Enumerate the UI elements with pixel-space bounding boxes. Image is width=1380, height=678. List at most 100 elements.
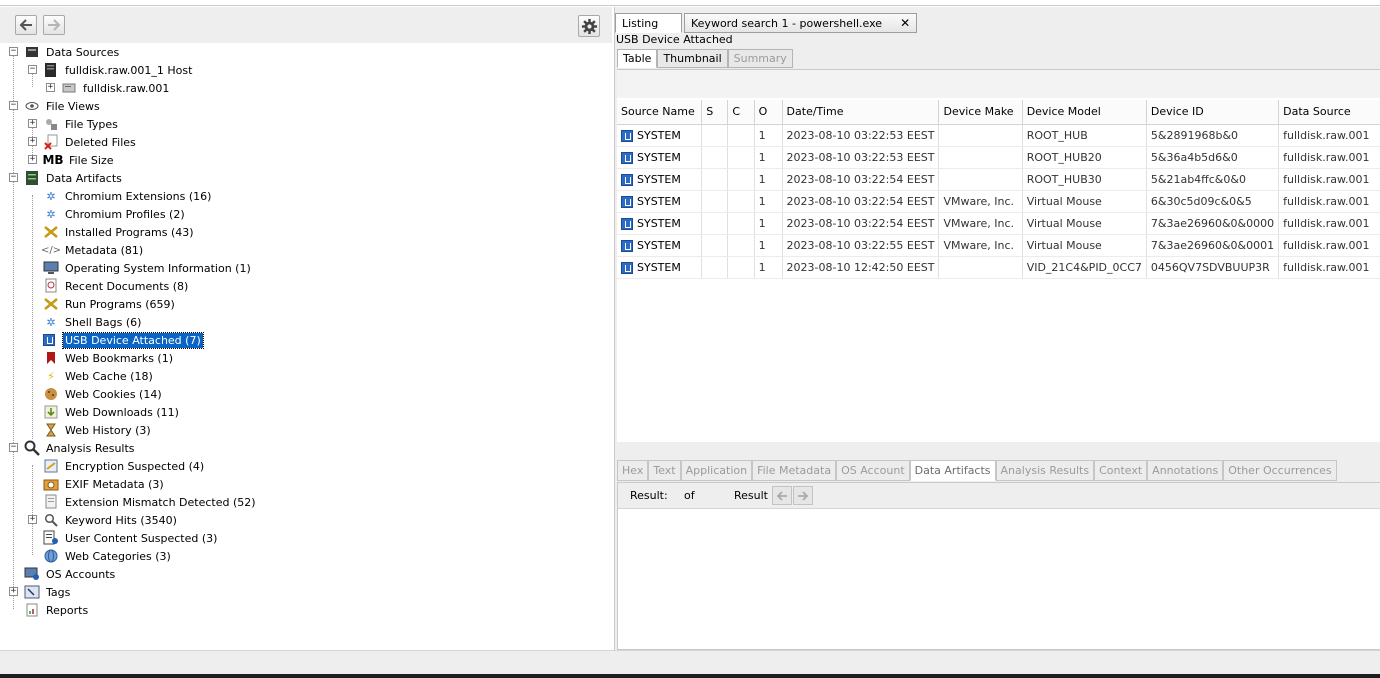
table-cell: 1 [754, 146, 783, 169]
back-button[interactable] [15, 15, 37, 35]
expand-toggle[interactable]: − [9, 101, 18, 110]
next-result-button[interactable] [793, 486, 813, 505]
expand-toggle[interactable]: + [9, 587, 18, 596]
expand-toggle[interactable]: + [28, 119, 37, 128]
tree-node-os-information[interactable]: Operating System Information (1) [43, 259, 253, 277]
tree-node-reports[interactable]: Reports [24, 601, 90, 619]
result-viewer-panel: Listing Keyword search 1 - powershell.ex… [614, 7, 1380, 650]
table-row[interactable]: SYSTEM 1 2023-08-10 03:22:53 EEST ROOT_HUB 5… [617, 124, 1380, 147]
table-cell: 1 [754, 234, 783, 257]
expand-toggle[interactable]: − [28, 65, 37, 74]
table-cell: 7&3ae26960&0&0000 [1146, 212, 1280, 235]
tree-node-shell-bags[interactable]: ✲ Shell Bags (6) [43, 313, 143, 331]
tree-node-web-categories[interactable]: Web Categories (3) [43, 547, 173, 565]
table-row[interactable]: SYSTEM 1 2023-08-10 12:42:50 EEST VID_21C4&… [617, 256, 1380, 279]
column-header[interactable]: Device Make [938, 100, 1023, 125]
column-header[interactable]: S [701, 100, 729, 125]
program-icon [43, 296, 59, 312]
puzzle-icon: ✲ [46, 189, 56, 203]
expand-toggle[interactable]: + [28, 137, 37, 146]
tab-data-artifacts[interactable]: Data Artifacts [909, 460, 996, 481]
expand-toggle[interactable]: − [9, 173, 18, 182]
tab-keyword-search[interactable]: Keyword search 1 - powershell.exe ✕ [684, 13, 918, 33]
usb-icon [43, 332, 59, 348]
tree-node-image[interactable]: fulldisk.raw.001 [61, 79, 171, 97]
tree-node-web-bookmarks[interactable]: Web Bookmarks (1) [43, 349, 175, 367]
settings-button[interactable] [578, 15, 600, 37]
tree-node-data-sources[interactable]: Data Sources [24, 43, 121, 61]
tab-analysis-results[interactable]: Analysis Results [995, 460, 1095, 481]
table-toolstrip [617, 70, 1380, 98]
tree-node-file-size[interactable]: MB File Size [42, 151, 115, 169]
tree-node-installed-programs[interactable]: Installed Programs (43) [43, 223, 196, 241]
table-cell: 2023-08-10 03:22:53 EEST [782, 146, 940, 169]
tree-node-encryption-suspected[interactable]: Encryption Suspected (4) [43, 457, 206, 475]
tab-application[interactable]: Application [680, 460, 753, 481]
tree-node-web-downloads[interactable]: Web Downloads (11) [43, 403, 181, 421]
tree-node-keyword-hits[interactable]: Keyword Hits (3540) [43, 511, 179, 529]
tab-annotations[interactable]: Annotations [1147, 460, 1224, 481]
table-cell: ROOT_HUB [1022, 124, 1147, 147]
tree-node-os-accounts[interactable]: OS Accounts [24, 565, 117, 583]
tree-node-web-cache[interactable]: ⚡ Web Cache (18) [43, 367, 155, 385]
expand-toggle[interactable]: + [28, 155, 37, 164]
subtab-thumbnail[interactable]: Thumbnail [657, 49, 728, 68]
tree-node-chromium-profiles[interactable]: ✲ Chromium Profiles (2) [43, 205, 187, 223]
table-cell: VMware, Inc. [938, 190, 1023, 213]
tree-node-web-cookies[interactable]: Web Cookies (14) [43, 385, 164, 403]
tree-node-tags[interactable]: Tags [24, 583, 72, 601]
user-content-icon [43, 530, 59, 546]
column-header[interactable]: Source Name [617, 100, 703, 125]
tab-hex[interactable]: Hex [617, 460, 649, 481]
tree-node-exif-metadata[interactable]: EXIF Metadata (3) [43, 475, 166, 493]
usb-icon [621, 217, 633, 230]
source-name-cell: SYSTEM [617, 234, 703, 257]
column-header[interactable]: Device Model [1022, 100, 1147, 125]
column-header[interactable]: C [727, 100, 755, 125]
tree-node-data-artifacts[interactable]: Data Artifacts [24, 169, 124, 187]
forward-button[interactable] [43, 15, 65, 35]
expand-toggle[interactable]: − [9, 443, 18, 452]
table-cell: fulldisk.raw.001 [1278, 234, 1380, 257]
tree-node-file-types[interactable]: File Types [43, 115, 120, 133]
expand-toggle[interactable]: − [9, 47, 18, 56]
tree-node-extension-mismatch[interactable]: Extension Mismatch Detected (52) [43, 493, 258, 511]
tree-node-recent-documents[interactable]: Recent Documents (8) [43, 277, 190, 295]
table-row[interactable]: SYSTEM 1 2023-08-10 03:22:54 EEST ROOT_HUB3… [617, 168, 1380, 191]
previous-result-button[interactable] [772, 486, 792, 505]
tab-other-occurrences[interactable]: Other Occurrences [1223, 460, 1337, 481]
table-row[interactable]: SYSTEM 1 2023-08-10 03:22:54 EEST VMware, I… [617, 212, 1380, 235]
tree-node-user-content-suspected[interactable]: User Content Suspected (3) [43, 529, 219, 547]
expand-toggle[interactable]: + [28, 515, 37, 524]
tree-node-deleted-files[interactable]: Deleted Files [43, 133, 138, 151]
tab-os-account[interactable]: OS Account [836, 460, 910, 481]
expand-toggle[interactable]: + [46, 83, 55, 92]
tab-file-metadata[interactable]: File Metadata [752, 460, 837, 481]
tab-text[interactable]: Text [648, 460, 681, 481]
column-header[interactable]: O [754, 100, 783, 125]
tree-node-host[interactable]: fulldisk.raw.001_1 Host [43, 61, 194, 79]
table-row[interactable]: SYSTEM 1 2023-08-10 03:22:55 EEST VMware, I… [617, 234, 1380, 257]
close-icon[interactable]: ✕ [900, 16, 910, 30]
table-cell [727, 190, 755, 213]
tree-node-metadata[interactable]: </> Metadata (81) [41, 241, 145, 259]
program-icon [43, 224, 59, 240]
tree-node-run-programs[interactable]: Run Programs (659) [43, 295, 177, 313]
tree-node-chromium-extensions[interactable]: ✲ Chromium Extensions (16) [43, 187, 213, 205]
column-header[interactable]: Date/Time [782, 100, 940, 125]
cell-text: SYSTEM [637, 238, 681, 252]
table-row[interactable]: SYSTEM 1 2023-08-10 03:22:53 EEST ROOT_HUB2… [617, 146, 1380, 169]
tab-context[interactable]: Context [1094, 460, 1148, 481]
tab-listing[interactable]: Listing [615, 13, 682, 33]
tree-node-file-views[interactable]: File Views [24, 97, 102, 115]
table-cell [938, 124, 1023, 147]
horizontal-scrollbar[interactable] [617, 442, 1380, 454]
tree-node-web-history[interactable]: Web History (3) [43, 421, 153, 439]
subtab-table[interactable]: Table [617, 49, 658, 68]
column-header[interactable]: Device ID [1146, 100, 1280, 125]
column-header[interactable]: Data Source [1278, 100, 1380, 125]
gear-icon [581, 18, 597, 34]
tree-node-usb-device-attached[interactable]: USB Device Attached (7) [43, 331, 204, 349]
tree-node-analysis-results[interactable]: Analysis Results [24, 439, 137, 457]
table-row[interactable]: SYSTEM 1 2023-08-10 03:22:54 EEST VMware, I… [617, 190, 1380, 213]
